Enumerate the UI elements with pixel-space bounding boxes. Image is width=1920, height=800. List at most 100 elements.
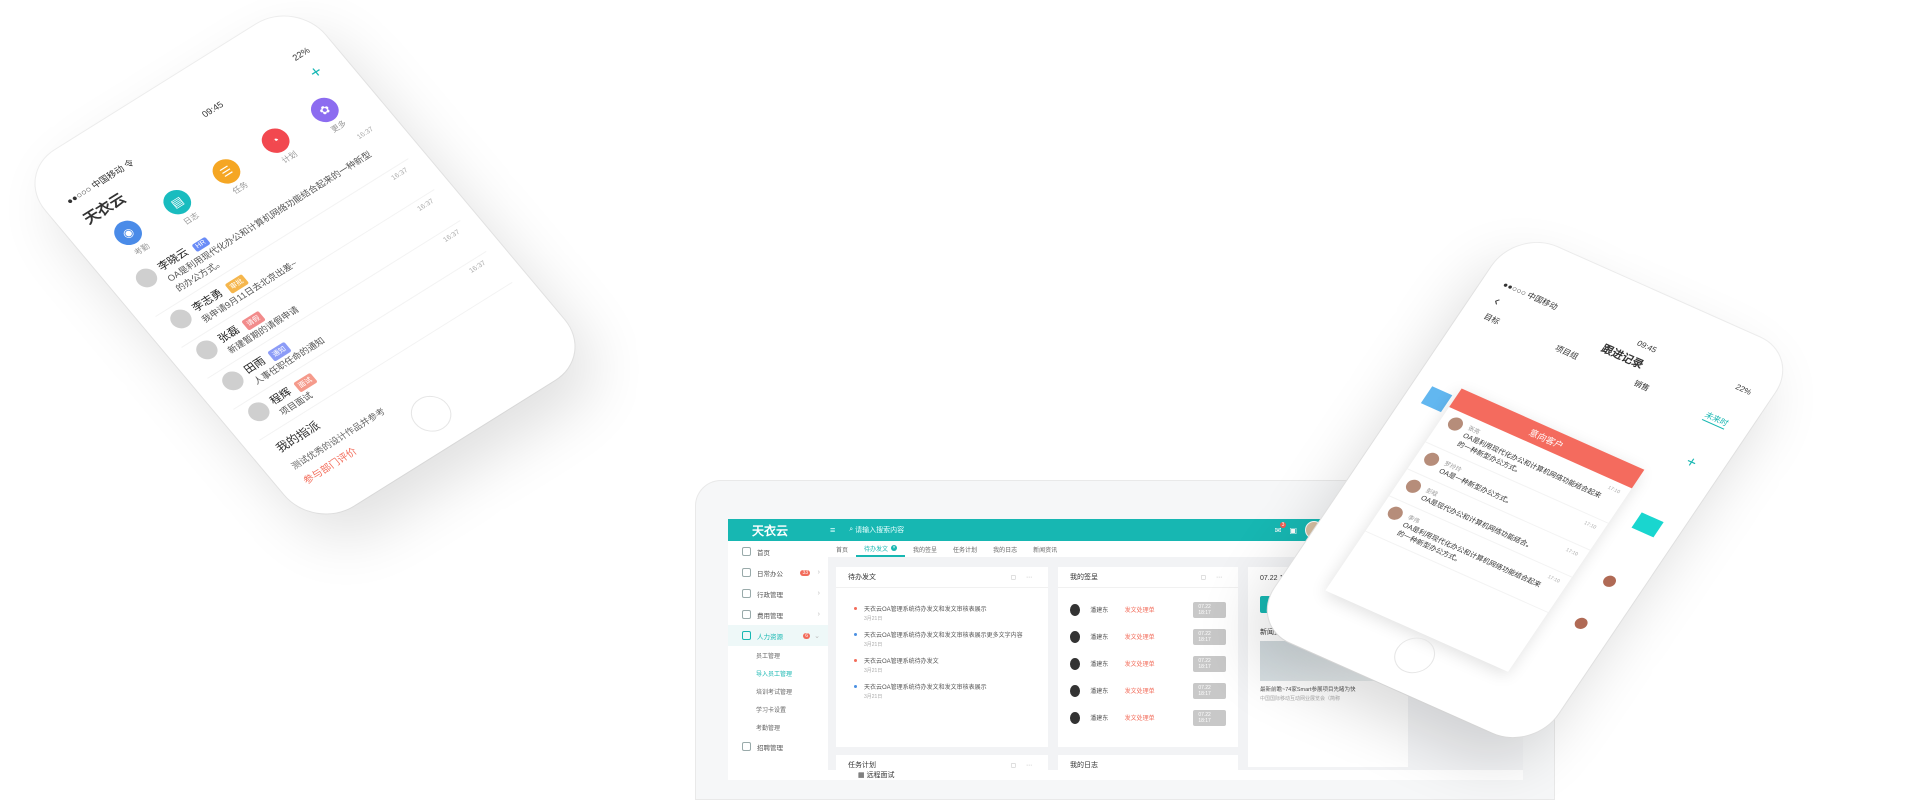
signer-name: 潘建东 bbox=[1090, 608, 1109, 614]
table-row[interactable]: 潘建东 发文处理单 07.22 18:17 bbox=[1058, 623, 1238, 650]
shortcut-more[interactable]: ✿ 更多 bbox=[305, 92, 353, 138]
tab-my-log[interactable]: 我的日志 bbox=[985, 541, 1025, 557]
list-item[interactable]: 天衣云OA管理系统待办发文 3月21日 bbox=[836, 650, 1048, 676]
left-phone-screen: ●●○○○ 中国移动 令 09:45 22% 天衣云 + ◉ 考勤 ▤ 日志 ☰… bbox=[55, 39, 536, 487]
bullet-icon bbox=[854, 607, 857, 610]
close-icon[interactable]: × bbox=[891, 545, 898, 551]
avatar bbox=[1070, 684, 1081, 697]
sidebar-subitem[interactable]: 导入员工管理 bbox=[728, 664, 828, 682]
follow-time: 17:10 bbox=[1564, 547, 1580, 558]
shortcut-attendance[interactable]: ◉ 考勤 bbox=[108, 215, 157, 261]
card-tools-icon[interactable]: ▢ ⋯ bbox=[1201, 574, 1226, 581]
sign-time: 07.22 18:17 bbox=[1193, 682, 1226, 699]
table-row[interactable]: 潘建东 发文处理单 07.22 18:17 bbox=[1058, 704, 1238, 731]
card-tools-icon[interactable]: ▢ ⋯ bbox=[1011, 574, 1036, 581]
calendar-icon: ▦ bbox=[858, 772, 867, 779]
tab-sales[interactable]: 销售 bbox=[1631, 378, 1652, 395]
bullet-icon bbox=[854, 633, 857, 636]
recruit-icon bbox=[742, 742, 751, 751]
sign-time: 07.22 18:17 bbox=[1193, 655, 1226, 672]
avatar bbox=[217, 367, 248, 394]
table-row[interactable]: 潘建东 发文处理单 07.22 18:17 bbox=[1058, 650, 1238, 677]
avatar bbox=[1403, 477, 1424, 496]
avatar bbox=[1070, 630, 1081, 643]
nav-bar: ‹ 跟进记录 bbox=[1482, 288, 1751, 420]
todo-text: 天衣云OA管理系统待办发文和发文审核表展示 bbox=[864, 685, 987, 691]
list-item[interactable]: 天衣云OA管理系统待办发文和发文审核表展示更多文字内容 3月21日 bbox=[836, 624, 1048, 650]
sidebar-subitem[interactable]: 员工管理 bbox=[728, 646, 828, 664]
sidebar-item-expense[interactable]: 费用管理 › bbox=[728, 604, 828, 625]
shortcut-task[interactable]: ☰ 任务 bbox=[206, 154, 255, 199]
tab-future[interactable]: 未来时 bbox=[1701, 409, 1731, 430]
tab-news[interactable]: 新闻资讯 bbox=[1025, 541, 1065, 557]
search-placeholder: 请输入搜索内容 bbox=[855, 527, 905, 534]
shortcut-plan[interactable]: ◔ 计划 bbox=[256, 123, 304, 169]
chevron-right-icon: › bbox=[817, 590, 820, 597]
message-time: 16:37 bbox=[355, 126, 376, 141]
admin-icon bbox=[742, 589, 751, 598]
sidebar-item-recruit[interactable]: 招聘管理 bbox=[728, 736, 828, 757]
sidebar-subitem[interactable]: 培训考试管理 bbox=[728, 682, 828, 700]
sidebar-subitem[interactable]: 学习卡设置 bbox=[728, 700, 828, 718]
bottom-strip-label: 远程面试 bbox=[866, 772, 895, 779]
notification-icon[interactable]: ✉ 3 bbox=[1275, 521, 1287, 535]
list-item[interactable]: 天衣云OA管理系统待办发文和发文审核表展示 3月21日 bbox=[836, 676, 1048, 702]
bullet-icon bbox=[854, 659, 857, 662]
avatar bbox=[1572, 615, 1591, 631]
expense-icon bbox=[742, 610, 751, 619]
todo-text: 天衣云OA管理系统待办发文 bbox=[864, 659, 939, 665]
table-row[interactable]: 潘建东 发文处理单 07.22 18:17 bbox=[1058, 677, 1238, 704]
todo-date: 3月21日 bbox=[864, 616, 883, 622]
chevron-down-icon: ⌄ bbox=[814, 632, 820, 640]
tab-project-group[interactable]: 项目组 bbox=[1552, 343, 1581, 363]
card-header: 待办发文 ▢ ⋯ bbox=[836, 567, 1048, 588]
avatar bbox=[1421, 450, 1442, 469]
back-icon[interactable]: ‹ bbox=[1491, 293, 1504, 308]
menu-toggle-icon[interactable]: ≡ bbox=[830, 525, 835, 535]
card-title: 我的日志 bbox=[1070, 762, 1098, 769]
tab-target[interactable]: 目标 bbox=[1481, 311, 1502, 328]
sidebar-item-daily-office[interactable]: 日常办公 33 › bbox=[728, 562, 828, 583]
avatar bbox=[1445, 415, 1466, 433]
sign-time: 07.22 18:17 bbox=[1193, 601, 1226, 618]
sidebar-item-admin[interactable]: 行政管理 › bbox=[728, 583, 828, 604]
card-tools-icon[interactable]: ▢ ⋯ bbox=[1011, 762, 1036, 769]
todo-date: 3月21日 bbox=[864, 642, 883, 648]
tab-pending-docs[interactable]: 待办发文 × bbox=[856, 541, 906, 557]
avatar bbox=[131, 264, 162, 291]
todo-text: 天衣云OA管理系统待办发文和发文审核表展示 bbox=[864, 607, 987, 613]
sidebar-badge: 33 bbox=[800, 569, 810, 576]
sidebar-item-label: 行政管理 bbox=[757, 591, 783, 599]
add-icon[interactable]: + bbox=[1681, 454, 1700, 473]
tab-my-sign[interactable]: 我的签呈 bbox=[905, 541, 945, 557]
card-title: 我的签呈 bbox=[1070, 574, 1098, 581]
tab-task-plan[interactable]: 任务计划 bbox=[945, 541, 985, 557]
signer-name: 潘建东 bbox=[1090, 635, 1109, 641]
mail-icon[interactable]: ▣ bbox=[1289, 526, 1297, 535]
shortcut-log[interactable]: ▤ 日志 bbox=[157, 185, 206, 230]
list-item[interactable]: 天衣云OA管理系统待办发文和发文审核表展示 3月21日 bbox=[836, 598, 1048, 624]
customer-card: 意向客户 张亮 OA是利用现代化办公和计算机网络功能结合起来的一种新型办公方式。… bbox=[1325, 388, 1645, 672]
avatar bbox=[1384, 504, 1406, 522]
sidebar-subitem[interactable]: 考勤管理 bbox=[728, 718, 828, 736]
bottom-strip: ▦ 远程面试 bbox=[828, 770, 1523, 780]
avatar bbox=[1600, 573, 1619, 589]
message-time: 16:37 bbox=[390, 167, 410, 182]
avatar bbox=[191, 336, 222, 363]
sidebar-item-home[interactable]: 首页 bbox=[728, 541, 828, 562]
tab-label: 待办发文 bbox=[864, 546, 889, 553]
news-caption-sub: 中国国际移动互动网业展览会（简称 bbox=[1260, 696, 1341, 702]
sign-time: 07.22 18:17 bbox=[1193, 628, 1226, 645]
tab-home[interactable]: 首页 bbox=[828, 541, 856, 557]
table-row[interactable]: 潘建东 发文处理单 07.22 18:17 bbox=[1058, 596, 1238, 623]
sign-status: 发文处理单 bbox=[1124, 635, 1155, 641]
brand-logo: 天衣云 bbox=[752, 523, 789, 538]
sidebar-item-label: 首页 bbox=[757, 549, 770, 557]
sign-time: 07.22 18:17 bbox=[1193, 709, 1226, 726]
search-input[interactable]: ⌕ 请输入搜索内容 bbox=[849, 525, 904, 535]
signer-name: 潘建东 bbox=[1090, 689, 1109, 695]
right-phone-screen: ●●○○○ 中国移动 09:45 22% ‹ 跟进记录 目标 项目组 销售 未来… bbox=[1304, 275, 1760, 684]
sidebar-item-hr[interactable]: 人力资源 6 ⌄ bbox=[728, 625, 828, 646]
monitor-icon bbox=[742, 568, 751, 577]
sign-status: 发文处理单 bbox=[1124, 716, 1155, 722]
